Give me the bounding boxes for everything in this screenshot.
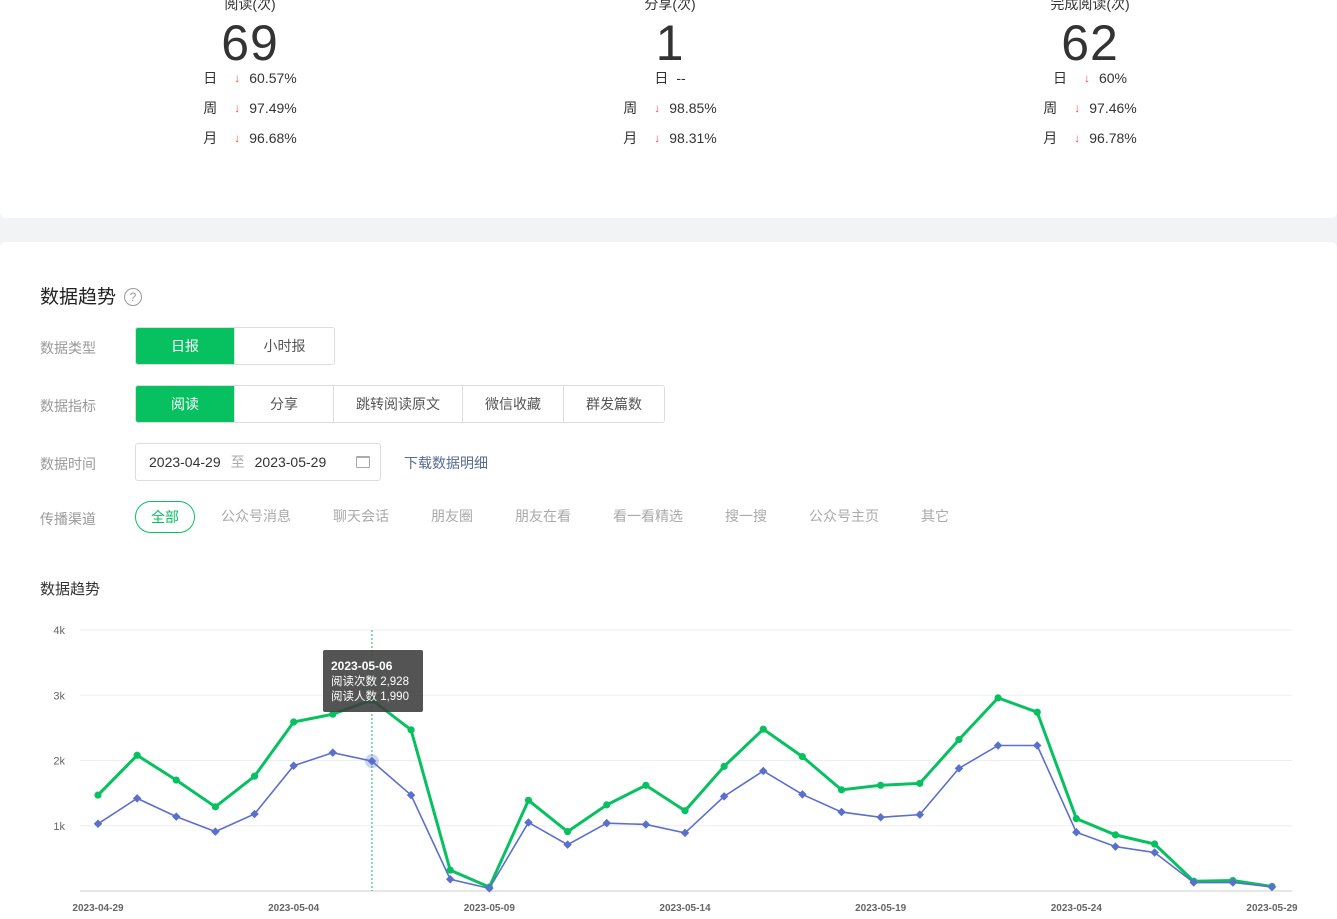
date-range-picker[interactable]: 2023-04-29 至 2023-05-29 xyxy=(135,443,381,481)
metric-share[interactable]: 分享 xyxy=(235,386,334,422)
date-end: 2023-05-29 xyxy=(254,454,327,470)
stat-label: 分享(次) xyxy=(644,0,696,12)
stat-label: 完成阅读(次) xyxy=(1050,0,1130,12)
stat-value: 62 xyxy=(1061,15,1119,71)
data-type-switch: 日报 小时报 xyxy=(135,327,335,365)
channel-all[interactable]: 全部 xyxy=(135,501,195,533)
metric-original-link[interactable]: 跳转阅读原文 xyxy=(334,386,463,422)
data-type-label: 数据类型 xyxy=(40,340,96,356)
down-arrow-icon: ↓ xyxy=(1083,71,1090,85)
stat-row-day: 日 ↓ 60% xyxy=(1052,70,1128,86)
stat-row-month: 月 ↓ 96.68% xyxy=(203,130,297,146)
trend-card: 数据趋势? 数据类型 日报 小时报 数据指标 阅读 分享 跳转阅读原文 微信收藏… xyxy=(0,242,1337,919)
channel-account-message[interactable]: 公众号消息 xyxy=(221,501,291,533)
date-start: 2023-04-29 xyxy=(149,454,221,470)
metric-read[interactable]: 阅读 xyxy=(136,386,235,422)
channel-label: 传播渠道 xyxy=(40,511,96,527)
down-arrow-icon: ↓ xyxy=(234,71,241,85)
stat-row-month: 月 ↓ 96.78% xyxy=(1043,130,1137,146)
down-arrow-icon: ↓ xyxy=(1074,101,1081,115)
stat-value: 1 xyxy=(655,15,685,71)
channel-top-stories[interactable]: 看一看精选 xyxy=(613,501,683,533)
channel-moments[interactable]: 朋友圈 xyxy=(431,501,473,533)
help-icon[interactable]: ? xyxy=(124,288,143,306)
download-details-link[interactable]: 下载数据明细 xyxy=(404,453,488,473)
channel-search[interactable]: 搜一搜 xyxy=(725,501,767,533)
stat-value: 69 xyxy=(221,15,279,71)
channel-other[interactable]: 其它 xyxy=(921,501,949,533)
calendar-icon xyxy=(356,456,370,468)
stat-row-week: 周 ↓ 98.85% xyxy=(623,100,717,116)
channel-homepage[interactable]: 公众号主页 xyxy=(809,501,879,533)
section-title: 数据趋势? xyxy=(40,282,143,309)
down-arrow-icon: ↓ xyxy=(234,131,241,145)
option-hourly[interactable]: 小时报 xyxy=(235,328,334,364)
date-separator: 至 xyxy=(230,454,245,470)
metric-broadcast-count[interactable]: 群发篇数 xyxy=(564,386,664,422)
metric-switch: 阅读 分享 跳转阅读原文 微信收藏 群发篇数 xyxy=(135,385,665,423)
stat-row-day: 日 ↓ 60.57% xyxy=(203,70,297,86)
down-arrow-icon: ↓ xyxy=(234,101,241,115)
option-daily[interactable]: 日报 xyxy=(136,328,235,364)
stat-label: 阅读(次) xyxy=(224,0,276,12)
down-arrow-icon: ↓ xyxy=(654,131,661,145)
stat-row-month: 月 ↓ 98.31% xyxy=(623,130,717,146)
overview-card: 阅读(次) 69 日 ↓ 60.57% 周 ↓ 97.49% 月 ↓ 96.68% 分享(次… xyxy=(0,0,1337,218)
stat-row-day: 日 -- xyxy=(654,70,686,86)
stat-row-week: 周 ↓ 97.49% xyxy=(203,100,297,116)
time-label: 数据时间 xyxy=(40,456,96,472)
stat-row-week: 周 ↓ 97.46% xyxy=(1043,100,1137,116)
chart-title: 数据趋势 xyxy=(40,581,101,598)
metric-favorite[interactable]: 微信收藏 xyxy=(463,386,564,422)
metric-label: 数据指标 xyxy=(40,398,96,414)
channel-friends-watching[interactable]: 朋友在看 xyxy=(515,501,571,533)
down-arrow-icon: ↓ xyxy=(1074,131,1081,145)
down-arrow-icon: ↓ xyxy=(654,101,661,115)
channel-chat[interactable]: 聊天会话 xyxy=(333,501,389,533)
